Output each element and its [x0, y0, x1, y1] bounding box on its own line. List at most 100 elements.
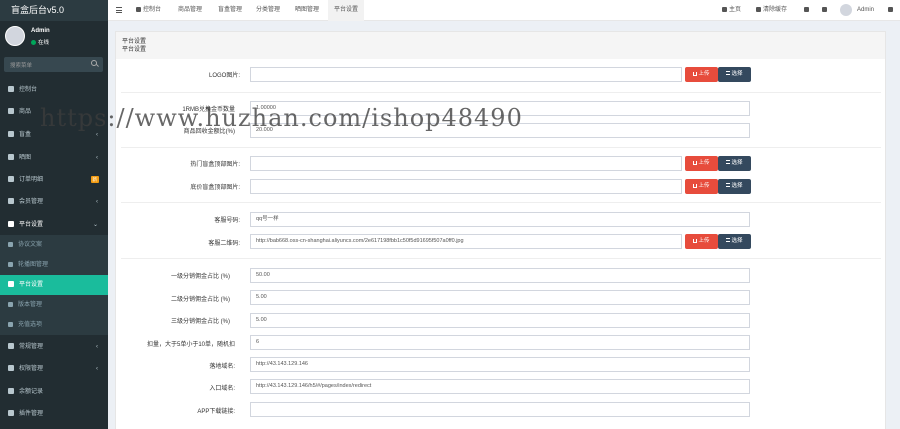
- logo-select-button[interactable]: 选择: [718, 67, 751, 82]
- version-icon: [8, 301, 13, 307]
- yen-icon: [8, 387, 14, 394]
- list-icon: [726, 71, 731, 75]
- sidebar-subitem-agreement[interactable]: 协议文案: [0, 235, 108, 255]
- user-name: Admin: [31, 28, 50, 34]
- button-label: 选择: [731, 160, 743, 166]
- qrcode-upload-button[interactable]: 上传: [685, 234, 718, 249]
- hot-img-input[interactable]: [250, 156, 682, 171]
- search-icon[interactable]: [91, 60, 97, 66]
- logo-input[interactable]: [250, 67, 682, 82]
- list-icon: [726, 160, 731, 164]
- tab-shaitu[interactable]: 晒图管理: [295, 0, 319, 21]
- user-name: Admin: [857, 7, 875, 13]
- sidebar-item-label: 控制台: [19, 87, 38, 93]
- sidebar: 盲盒后台v5.0 Admin 在线 搜索菜单 控制台 商品 盲盒 ‹ 晒图 ‹ 订单…: [0, 0, 108, 429]
- shopping-bag-icon: [8, 107, 14, 114]
- landing-label: 落地域名:: [209, 364, 235, 370]
- deduct-input[interactable]: 6: [250, 335, 750, 350]
- app-link-label: APP下载链接:: [197, 409, 235, 415]
- deduct-label: 扣量，大于5单小于10单，随机扣: [146, 342, 235, 348]
- service-input[interactable]: qq号一样: [250, 212, 750, 227]
- sidebar-item-label: 常规管理: [19, 344, 44, 350]
- sidebar-item-label: 协议文案: [18, 242, 43, 248]
- upload-icon: [693, 238, 698, 243]
- sidebar-item-orders[interactable]: 订单明细 新: [0, 170, 108, 190]
- hot-img-label: 热门盲盒顶部图片:: [190, 162, 240, 168]
- landing-input[interactable]: http://43.143.129.146: [250, 357, 750, 372]
- app-link-input[interactable]: [250, 402, 750, 417]
- users-icon: [8, 364, 14, 371]
- sidebar-item-platform-settings[interactable]: 平台设置 ⌄: [0, 215, 108, 235]
- sidebar-item-shaitu[interactable]: 晒图 ‹: [0, 148, 108, 168]
- divider: [121, 147, 881, 148]
- button-label: 上传: [698, 160, 710, 166]
- clear-cache-button[interactable]: 清除缓存: [756, 0, 787, 21]
- hot-img-select-button[interactable]: 选择: [718, 156, 751, 171]
- sidebar-item-plugins[interactable]: 插件管理: [0, 404, 108, 424]
- sidebar-subitem-version[interactable]: 版本管理: [0, 295, 108, 315]
- logo-label: LOGO图片:: [208, 73, 240, 79]
- chevron-left-icon: ‹: [96, 199, 98, 205]
- clear-cache-label: 清除缓存: [763, 7, 788, 13]
- sidebar-item-label: 商品: [19, 109, 32, 115]
- hamburger-icon[interactable]: [116, 7, 122, 13]
- hot-img-upload-button[interactable]: 上传: [685, 156, 718, 171]
- qrcode-label: 客服二维码:: [208, 241, 240, 247]
- gears-icon: [888, 6, 893, 12]
- sidebar-subitem-platform-settings[interactable]: 平台设置: [0, 275, 108, 295]
- sidebar-subitem-recharge[interactable]: 充值选项: [0, 315, 108, 335]
- qrcode-input[interactable]: http://bab668.oss-cn-shanghai.aliyuncs.c…: [250, 234, 682, 249]
- sidebar-item-label: 轮播图管理: [18, 262, 49, 268]
- tab-label: 平台设置: [334, 7, 359, 13]
- sidebar-item-members[interactable]: 会员管理 ‹: [0, 192, 108, 212]
- settings-toggle[interactable]: [888, 0, 895, 21]
- online-dot-icon: [31, 39, 36, 45]
- entry-label: 入口域名:: [209, 386, 235, 392]
- sidebar-item-label: 充值选项: [18, 322, 43, 328]
- sidebar-item-label: 晒图: [19, 155, 32, 161]
- sidebar-subitem-carousel[interactable]: 轮播图管理: [0, 255, 108, 275]
- sidebar-item-dashboard[interactable]: 控制台: [0, 80, 108, 100]
- user-menu[interactable]: Admin: [857, 0, 874, 21]
- cogs-icon: [8, 342, 14, 349]
- sidebar-item-label: 会员管理: [19, 199, 44, 205]
- refresh-icon: [804, 6, 809, 12]
- cheap-img-upload-button[interactable]: 上传: [685, 179, 718, 194]
- dashboard-icon: [136, 6, 141, 12]
- avatar[interactable]: [840, 4, 852, 16]
- fullscreen-button[interactable]: [822, 0, 829, 21]
- divider: [121, 258, 881, 259]
- sidebar-item-permissions[interactable]: 权限管理 ‹: [0, 359, 108, 379]
- button-label: 选择: [731, 71, 743, 77]
- sidebar-item-general[interactable]: 常规管理 ‹: [0, 337, 108, 357]
- watermark-text: https://www.huzhan.com/ishop48490: [40, 104, 523, 132]
- tab-label: 分类管理: [256, 7, 281, 13]
- level1-input[interactable]: 50.00: [250, 268, 750, 283]
- tab-platform-settings[interactable]: 平台设置: [328, 0, 364, 21]
- sidebar-item-label: 余额记录: [19, 389, 44, 395]
- tab-dashboard[interactable]: 控制台: [136, 0, 161, 21]
- app-logo[interactable]: 盲盒后台v5.0: [0, 0, 108, 21]
- sidebar-item-label: 平台设置: [19, 282, 44, 288]
- sidebar-item-balance[interactable]: 余额记录: [0, 382, 108, 402]
- list-icon: [8, 175, 14, 182]
- level3-label: 三级分销佣金占比 (%): [171, 319, 230, 325]
- level2-label: 二级分销佣金占比 (%): [171, 297, 230, 303]
- sidebar-search-input[interactable]: 搜索菜单: [4, 57, 103, 72]
- qrcode-select-button[interactable]: 选择: [718, 234, 751, 249]
- level3-input[interactable]: 5.00: [250, 313, 750, 328]
- dashboard-icon: [8, 85, 14, 92]
- entry-input[interactable]: http://43.143.129.146/h5/#/pages/index/r…: [250, 379, 750, 394]
- level2-input[interactable]: 5.00: [250, 290, 750, 305]
- refresh-button[interactable]: [804, 0, 811, 21]
- divider: [121, 202, 881, 203]
- cheap-img-select-button[interactable]: 选择: [718, 179, 751, 194]
- tab-goods[interactable]: 商品管理: [178, 0, 202, 21]
- logo-upload-button[interactable]: 上传: [685, 67, 718, 82]
- home-link[interactable]: 主页: [722, 0, 741, 21]
- tab-blindbox[interactable]: 盲盒管理: [218, 0, 242, 21]
- top-navbar: 控制台 商品管理 盲盒管理 分类管理 晒图管理 平台设置 主页 清除缓存 Adm…: [108, 0, 900, 21]
- panel-heading: 平台设置 平台设置: [115, 31, 886, 59]
- cheap-img-input[interactable]: [250, 179, 682, 194]
- tab-category[interactable]: 分类管理: [256, 0, 280, 21]
